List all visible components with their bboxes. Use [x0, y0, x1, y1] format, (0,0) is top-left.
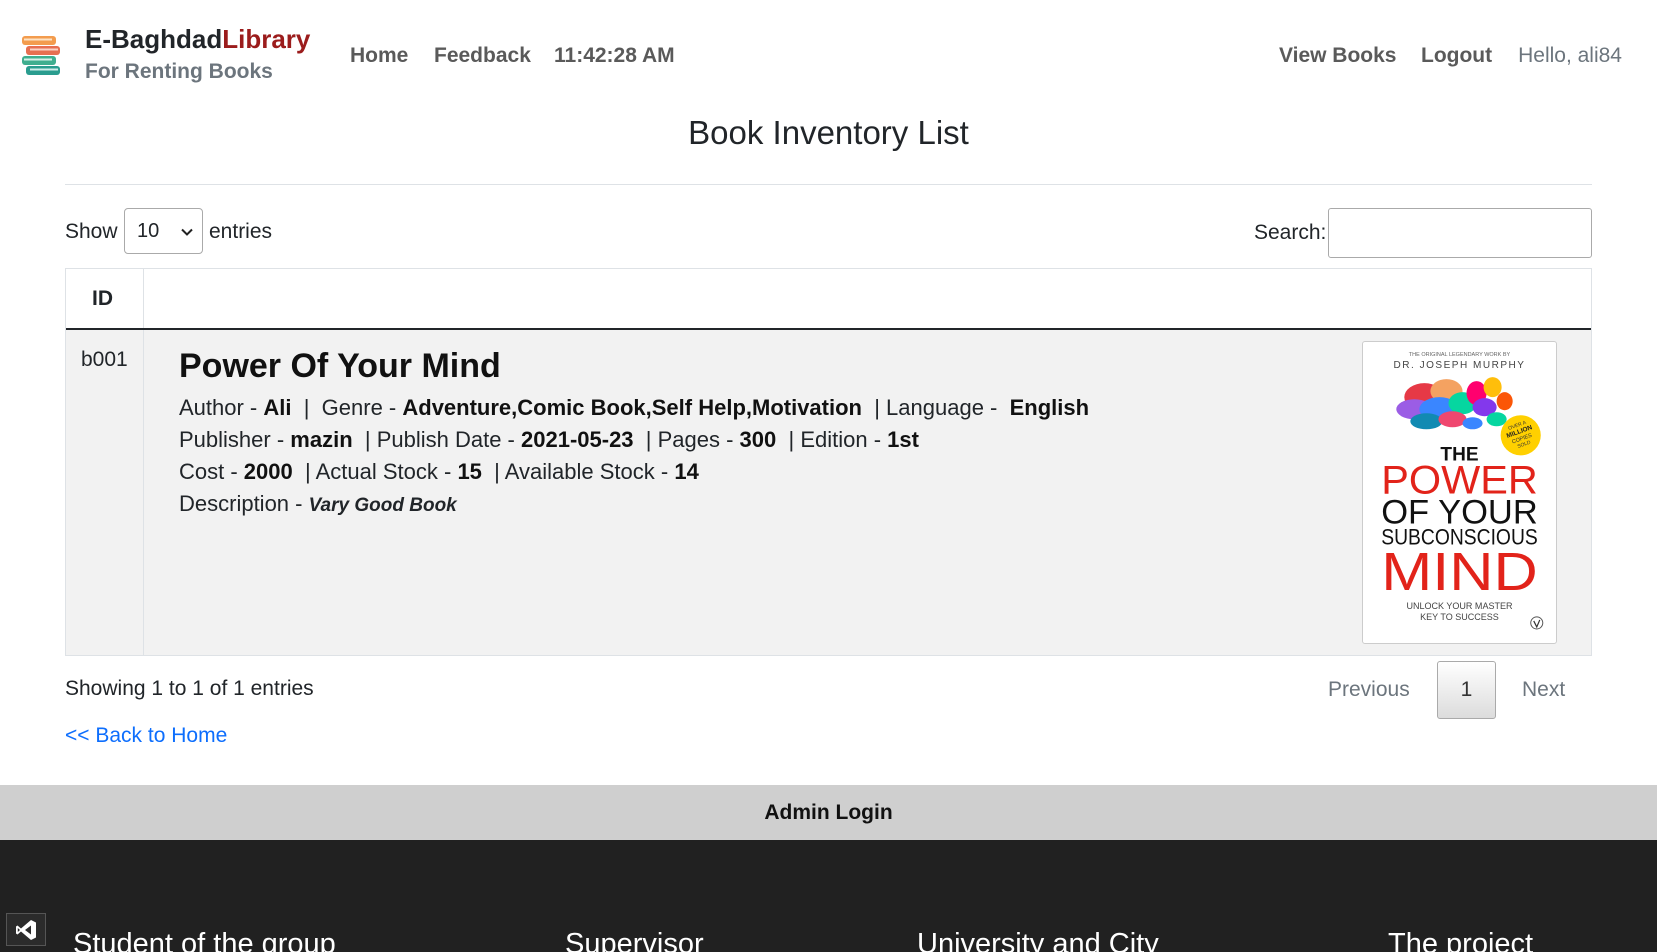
cover-author: DR. JOSEPH MURPHY [1394, 360, 1526, 371]
footer-heading-supervisor: Supervisor [565, 928, 704, 952]
edition-value: 1st [887, 427, 919, 452]
author-value: Ali [263, 395, 292, 420]
back-to-home-link[interactable]: << Back to Home [65, 724, 227, 748]
actual-stock-value: 15 [457, 459, 482, 484]
author-label: Author - [179, 395, 264, 420]
entries-select-value: 10 [137, 219, 160, 242]
navbar: E-BaghdadLibrary For Renting Books Home … [0, 0, 1657, 110]
book-meta-line-4: Description - Vary Good Book [179, 491, 457, 517]
genre-label: Genre - [321, 395, 403, 420]
footer-heading-project: The project [1388, 928, 1534, 952]
pages-label: Pages - [657, 427, 740, 452]
available-stock-label: Available Stock - [504, 459, 675, 484]
brand-subtitle: For Renting Books [85, 60, 273, 83]
book-table: ID b001 Power Of Your Mind Author - Ali … [65, 268, 1592, 656]
description-label: Description - [179, 491, 309, 516]
footer: Student of the group Supervisor Universi… [0, 840, 1657, 952]
user-greeting: Hello, ali84 [1518, 44, 1622, 67]
publish-date-label: Publish Date - [376, 427, 521, 452]
show-label: Show [65, 220, 118, 243]
brand-name-main: E-Baghdad [85, 24, 223, 54]
book-meta-line-2: Publisher - mazin | Publish Date - 2021-… [179, 427, 919, 452]
column-header-id[interactable]: ID [66, 269, 144, 328]
cover-tagline-1: UNLOCK YOUR MASTER [1406, 601, 1513, 611]
search-input[interactable] [1328, 208, 1592, 258]
search-label: Search: [1254, 221, 1327, 244]
clock: 11:42:28 AM [554, 44, 675, 67]
table-header-row: ID [66, 269, 1591, 330]
footer-heading-students: Student of the group [73, 928, 336, 952]
publisher-value: mazin [290, 427, 353, 452]
footer-heading-university: University and City [917, 928, 1159, 952]
book-title: Power Of Your Mind [179, 347, 501, 385]
pagination-previous[interactable]: Previous [1328, 678, 1410, 702]
book-meta-line-1: Author - Ali | Genre - Adventure,Comic B… [179, 395, 1090, 420]
admin-login-label: Admin Login [764, 800, 893, 824]
cover-tagline-2: KEY TO SUCCESS [1420, 612, 1499, 622]
description-value: Vary Good Book [308, 495, 457, 516]
divider [65, 184, 1592, 185]
language-value: English [1009, 395, 1090, 420]
cover-top-line: THE ORIGINAL LEGENDARY WORK BY [1409, 352, 1511, 358]
genre-value: Adventure,Comic Book,Self Help,Motivatio… [402, 395, 862, 420]
cover-title-mind: MIND [1381, 542, 1538, 602]
nav-home-link[interactable]: Home [350, 44, 408, 68]
entries-label: entries [209, 220, 273, 243]
publish-date-value: 2021-05-23 [521, 427, 634, 452]
pages-value: 300 [739, 427, 777, 452]
pagination-page-1[interactable]: 1 [1437, 661, 1496, 719]
book-cover-image: THE ORIGINAL LEGENDARY WORK BY DR. JOSEP… [1362, 341, 1557, 644]
visual-studio-icon[interactable] [6, 913, 46, 946]
table-row: b001 Power Of Your Mind Author - Ali | G… [66, 330, 1591, 655]
nav-view-books-link[interactable]: View Books [1279, 44, 1397, 68]
brand-name[interactable]: E-BaghdadLibrary [85, 24, 310, 55]
brand-name-accent: Library [222, 24, 311, 54]
books-stack-icon[interactable] [20, 34, 62, 78]
table-info: Showing 1 to 1 of 1 entries [65, 677, 314, 700]
admin-login-bar[interactable]: Admin Login [0, 785, 1657, 840]
book-meta-line-3: Cost - 2000 | Actual Stock - 15 | Availa… [179, 459, 699, 484]
actual-stock-label: Actual Stock - [315, 459, 458, 484]
publisher-label: Publisher - [179, 427, 291, 452]
book-id-cell: b001 [66, 330, 144, 655]
pagination-next[interactable]: Next [1522, 678, 1565, 702]
nav-feedback-link[interactable]: Feedback [434, 44, 531, 68]
edition-label: Edition - [800, 427, 888, 452]
available-stock-value: 14 [674, 459, 699, 484]
cost-value: 2000 [243, 459, 293, 484]
page-title: Book Inventory List [688, 114, 969, 151]
cost-label: Cost - [179, 459, 244, 484]
entries-select[interactable]: 10 [124, 208, 203, 254]
nav-logout-link[interactable]: Logout [1421, 44, 1492, 68]
language-label: Language - [886, 395, 1004, 420]
chevron-down-icon [180, 222, 194, 236]
